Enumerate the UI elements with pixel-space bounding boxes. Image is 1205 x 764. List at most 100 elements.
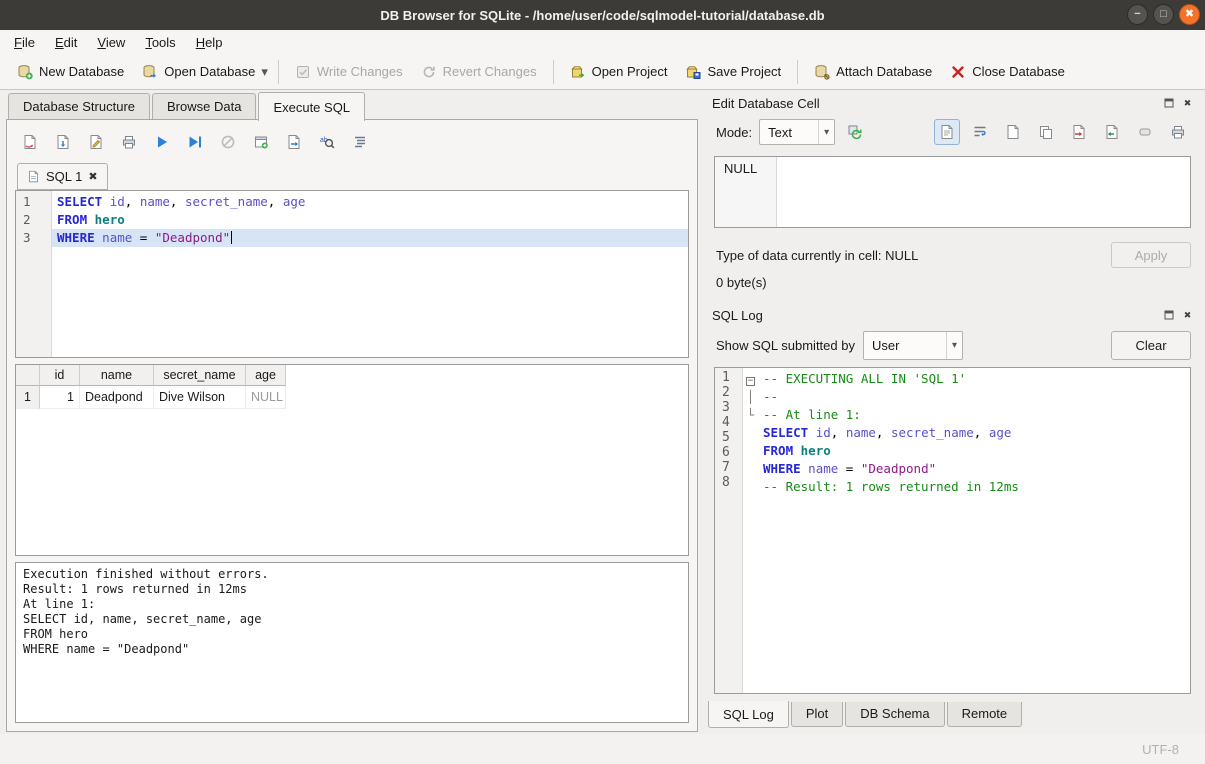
line-number: 8 [722,475,742,490]
open-project-button[interactable]: Open Project [561,59,677,85]
column-header-secret-name[interactable]: secret_name [154,365,246,386]
fold-toggle-icon[interactable]: − [746,377,755,386]
sql-log-float-icon[interactable] [1161,308,1176,323]
open-sql-file-button[interactable] [17,129,43,155]
cell-age[interactable]: NULL [246,386,286,409]
editor-line[interactable]: FROM hero [52,211,688,229]
execute-all-icon [154,134,170,150]
new-database-button[interactable]: New Database [8,59,133,85]
menu-view[interactable]: View [87,32,135,53]
auto-apply-button[interactable] [842,119,868,145]
revert-changes-button: Revert Changes [412,59,546,85]
edit-cell-header: Edit Database Cell ✖ [706,92,1199,114]
cell-size-label: 0 byte(s) [716,275,1191,290]
chevron-down-icon: ▾ [818,120,834,144]
column-header-name[interactable]: name [80,365,154,386]
results-header-row: id name secret_name age [16,365,688,386]
encoding-indicator[interactable]: UTF-8 [1142,742,1179,757]
cell-editor-area[interactable] [777,157,1190,227]
cell-name[interactable]: Deadpond [80,386,154,409]
sql-tab-1[interactable]: SQL 1 ✖ [17,163,108,190]
tab-execute-sql[interactable]: Execute SQL [258,92,365,121]
auto-format-button[interactable] [347,129,373,155]
tab-sql-log[interactable]: SQL Log [708,701,789,728]
save-project-button[interactable]: Save Project [676,59,790,85]
open-in-editor-button[interactable] [1000,119,1026,145]
mode-label: Mode: [716,125,752,140]
sql-log-header: SQL Log ✖ [706,304,1199,326]
find-replace-button[interactable]: ab [314,129,340,155]
execute-current-line-icon [187,134,203,150]
save-sql-file-icon [55,134,71,150]
minimize-button[interactable]: − [1127,4,1148,25]
row-header[interactable]: 1 [16,386,40,409]
close-button[interactable]: ✖ [1179,4,1200,25]
cell-info-row: Type of data currently in cell: NULL App… [716,242,1191,268]
sql-tab-close-icon[interactable]: ✖ [88,170,97,183]
editor-code-area[interactable]: SELECT id, name, secret_name, age FROM h… [52,191,688,357]
open-project-icon [570,64,586,80]
open-database-dropdown[interactable]: ▾ [258,59,271,85]
export-results-icon [286,134,302,150]
sql-log-close-icon[interactable]: ✖ [1180,308,1195,323]
close-database-button[interactable]: Close Database [941,59,1074,85]
new-sql-tab-button[interactable] [248,129,274,155]
attach-database-button[interactable]: Attach Database [805,59,941,85]
cell-id[interactable]: 1 [40,386,80,409]
log-line: -- At line 1: [758,406,1190,424]
execute-current-line-button[interactable] [182,129,208,155]
column-header-id[interactable]: id [40,365,80,386]
sql-tab-label: SQL 1 [46,169,82,184]
text-view-button[interactable] [934,119,960,145]
submitted-by-select[interactable]: User ▾ [863,331,963,360]
sql-editor[interactable]: 1 2 3 SELECT id, name, secret_name, age … [15,190,689,358]
edit-cell-float-icon[interactable] [1161,96,1176,111]
open-database-button[interactable]: Open Database [133,59,264,85]
sql-log-view[interactable]: 1 2 3 4 5 6 7 8 − │ └ -- EXECUTING ALL I… [714,367,1191,694]
execution-message: Execution finished without errors. Resul… [15,562,689,723]
menu-tools[interactable]: Tools [135,32,185,53]
float-icon [1164,310,1174,320]
import-file-button[interactable] [1066,119,1092,145]
cell-editor[interactable]: NULL [714,156,1191,228]
log-line: -- EXECUTING ALL IN 'SQL 1' [758,370,1190,388]
log-line: -- Result: 1 rows returned in 12ms [758,478,1190,496]
log-code-area[interactable]: -- EXECUTING ALL IN 'SQL 1' -- -- At lin… [758,368,1190,693]
mode-select[interactable]: Text ▾ [759,119,835,145]
save-sql-file-as-button[interactable] [83,129,109,155]
save-sql-file-button[interactable] [50,129,76,155]
text-view-icon [939,124,955,140]
close-database-label: Close Database [972,64,1065,79]
menu-help[interactable]: Help [186,32,233,53]
word-wrap-button[interactable] [967,119,993,145]
menu-edit[interactable]: Edit [45,32,87,53]
editor-line[interactable]: SELECT id, name, secret_name, age [52,193,688,211]
log-line-numbers: 1 2 3 4 5 6 7 8 [715,368,743,693]
open-database-icon [142,64,158,80]
copy-button[interactable] [1033,119,1059,145]
tab-database-structure[interactable]: Database Structure [8,93,150,120]
menubar: File Edit View Tools Help [0,30,1205,54]
tab-plot[interactable]: Plot [791,702,843,727]
print-cell-button[interactable] [1165,119,1191,145]
line-number: 1 [722,370,742,385]
sql-toolbar: ab [15,124,689,160]
column-header-age[interactable]: age [246,365,286,386]
export-file-button[interactable] [1099,119,1125,145]
print-icon [1170,124,1186,140]
tab-remote[interactable]: Remote [947,702,1023,727]
filter-label: Show SQL submitted by [716,338,855,353]
tab-db-schema[interactable]: DB Schema [845,702,944,727]
export-results-button[interactable] [281,129,307,155]
cell-secret-name[interactable]: Dive Wilson [154,386,246,409]
set-null-button[interactable] [1132,119,1158,145]
print-sql-button[interactable] [116,129,142,155]
tab-browse-data[interactable]: Browse Data [152,93,256,120]
execute-all-button[interactable] [149,129,175,155]
edit-cell-close-icon[interactable]: ✖ [1180,96,1195,111]
menu-file[interactable]: File [4,32,45,53]
editor-line-current[interactable]: WHERE name = "Deadpond" [52,229,688,247]
clear-button[interactable]: Clear [1111,331,1191,360]
revert-changes-icon [421,64,437,80]
maximize-button[interactable]: □ [1153,4,1174,25]
